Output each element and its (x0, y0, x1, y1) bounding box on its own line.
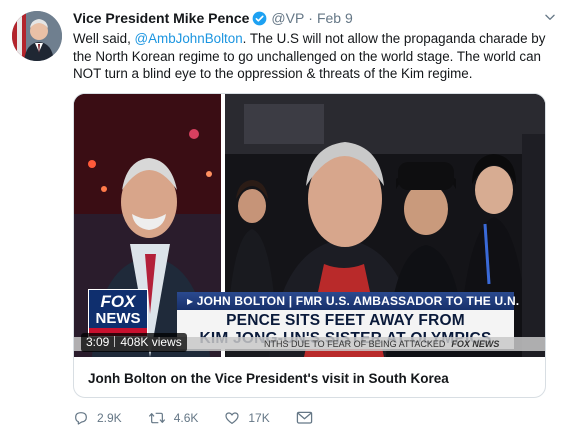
like-icon (225, 412, 239, 424)
verified-badge-icon (252, 11, 267, 26)
header-separator: · (308, 10, 313, 26)
avatar-image (12, 11, 62, 61)
reply-icon (75, 412, 87, 425)
like-button[interactable]: 17K (224, 410, 270, 426)
author-name[interactable]: Vice President Mike Pence (73, 10, 249, 26)
tweet-timestamp[interactable]: Feb 9 (317, 10, 353, 26)
tweet-header: Vice President Mike Pence @VP · Feb 9 (73, 9, 557, 27)
tweet-text-intro: Well said, (73, 31, 135, 46)
video-player[interactable]: ▸ JOHN BOLTON | FMR U.S. AMBASSADOR TO T… (74, 94, 545, 357)
caret-down-icon[interactable] (543, 10, 557, 24)
mention-link[interactable]: @AmbJohnBolton (135, 31, 243, 46)
ticker-bottom-text: NTHS DUE TO FEAR OF BEING ATTACKED (264, 339, 446, 349)
retweet-count: 4.6K (173, 411, 199, 425)
fox-logo-line1: FOX (100, 292, 136, 311)
badge-divider (114, 336, 116, 347)
reply-button[interactable]: 2.9K (73, 410, 122, 426)
fox-logo-line2: NEWS (95, 310, 141, 327)
video-duration: 3:09 (86, 335, 110, 349)
retweet-button[interactable]: 4.6K (148, 410, 199, 426)
tweet-actions: 2.9K 4.6K 17K (73, 408, 347, 428)
media-card[interactable]: ▸ JOHN BOLTON | FMR U.S. AMBASSADOR TO T… (73, 93, 546, 398)
retweet-icon (148, 412, 165, 424)
fox-news-logo: FOX NEWS (88, 289, 148, 337)
video-badge: 3:09 408K views (81, 333, 187, 352)
ticker-top: ▸ JOHN BOLTON | FMR U.S. AMBASSADOR TO T… (177, 292, 519, 310)
ticker-headline-line1: PENCE SITS FEET AWAY FROM (226, 312, 465, 329)
direct-message-button[interactable] (296, 410, 321, 426)
video-views: 408K views (120, 335, 182, 349)
message-icon (296, 411, 312, 424)
tweet-text: Well said, @AmbJohnBolton. The U.S will … (73, 30, 553, 83)
ticker-bottom-logo: FOX NEWS (451, 339, 500, 349)
reply-count: 2.9K (97, 411, 122, 425)
like-count: 17K (248, 411, 270, 425)
author-handle[interactable]: @VP (271, 10, 304, 26)
card-title[interactable]: Jonh Bolton on the Vice President's visi… (88, 371, 449, 386)
avatar[interactable] (12, 11, 62, 61)
